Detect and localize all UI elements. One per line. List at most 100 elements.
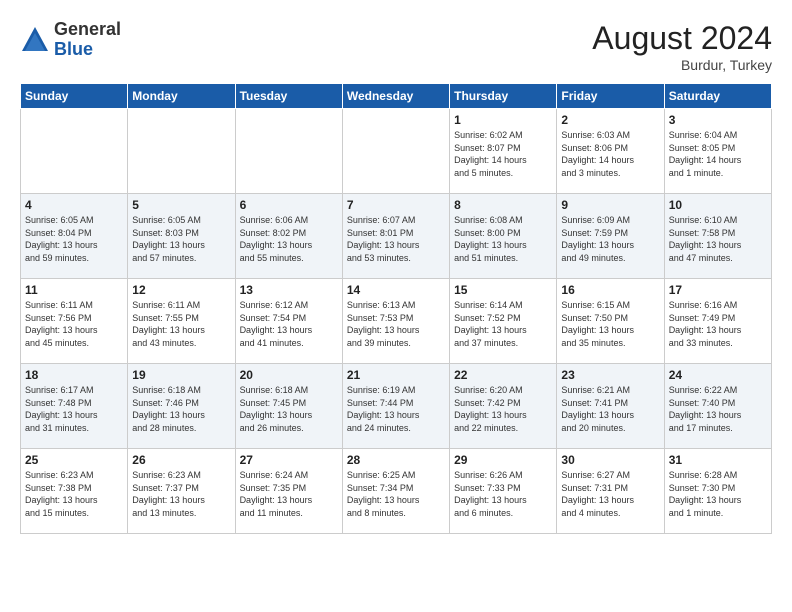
- calendar-cell: 4 Sunrise: 6:05 AM Sunset: 8:04 PM Daylig…: [21, 194, 128, 279]
- page-header: General Blue August 2024 Burdur, Turkey: [20, 20, 772, 73]
- day-info: Sunrise: 6:06 AM Sunset: 8:02 PM Dayligh…: [240, 214, 338, 264]
- day-info: Sunrise: 6:11 AM Sunset: 7:56 PM Dayligh…: [25, 299, 123, 349]
- calendar-cell: 6 Sunrise: 6:06 AM Sunset: 8:02 PM Daylig…: [235, 194, 342, 279]
- day-number: 18: [25, 368, 123, 382]
- calendar-cell: 5 Sunrise: 6:05 AM Sunset: 8:03 PM Daylig…: [128, 194, 235, 279]
- calendar-cell: 24Sunrise: 6:22 AM Sunset: 7:40 PM Dayli…: [664, 364, 771, 449]
- day-info: Sunrise: 6:23 AM Sunset: 7:37 PM Dayligh…: [132, 469, 230, 519]
- day-info: Sunrise: 6:28 AM Sunset: 7:30 PM Dayligh…: [669, 469, 767, 519]
- day-number: 29: [454, 453, 552, 467]
- day-number: 16: [561, 283, 659, 297]
- day-number: 26: [132, 453, 230, 467]
- day-number: 19: [132, 368, 230, 382]
- day-number: 1: [454, 113, 552, 127]
- day-number: 23: [561, 368, 659, 382]
- calendar-cell: 25 Sunrise: 6:23 AM Sunset: 7:38 PM Dayli…: [21, 449, 128, 534]
- header-wednesday: Wednesday: [342, 84, 449, 109]
- calendar-cell: 22 Sunrise: 6:20 AM Sunset: 7:42 PM Dayli…: [450, 364, 557, 449]
- calendar-cell: 3 Sunrise: 6:04 AM Sunset: 8:05 PM Daylig…: [664, 109, 771, 194]
- calendar-cell: 11 Sunrise: 6:11 AM Sunset: 7:56 PM Dayli…: [21, 279, 128, 364]
- day-info: Sunrise: 6:17 AM Sunset: 7:48 PM Dayligh…: [25, 384, 123, 434]
- day-info: Sunrise: 6:18 AM Sunset: 7:46 PM Dayligh…: [132, 384, 230, 434]
- calendar-cell: 23 Sunrise: 6:21 AM Sunset: 7:41 PM Dayli…: [557, 364, 664, 449]
- day-number: 6: [240, 198, 338, 212]
- day-info: Sunrise: 6:14 AM Sunset: 7:52 PM Dayligh…: [454, 299, 552, 349]
- day-number: 15: [454, 283, 552, 297]
- day-number: 31: [669, 453, 767, 467]
- day-info: Sunrise: 6:02 AM Sunset: 8:07 PM Dayligh…: [454, 129, 552, 179]
- day-number: 12: [132, 283, 230, 297]
- day-number: 30: [561, 453, 659, 467]
- day-number: 22: [454, 368, 552, 382]
- day-number: 14: [347, 283, 445, 297]
- calendar-cell: 26 Sunrise: 6:23 AM Sunset: 7:37 PM Dayli…: [128, 449, 235, 534]
- calendar-week-row: 11 Sunrise: 6:11 AM Sunset: 7:56 PM Dayli…: [21, 279, 772, 364]
- day-info: Sunrise: 6:05 AM Sunset: 8:04 PM Dayligh…: [25, 214, 123, 264]
- calendar-cell: 21Sunrise: 6:19 AM Sunset: 7:44 PM Dayli…: [342, 364, 449, 449]
- day-number: 4: [25, 198, 123, 212]
- calendar-cell: 31 Sunrise: 6:28 AM Sunset: 7:30 PM Dayli…: [664, 449, 771, 534]
- calendar-cell: 2 Sunrise: 6:03 AM Sunset: 8:06 PM Daylig…: [557, 109, 664, 194]
- calendar-cell: 18 Sunrise: 6:17 AM Sunset: 7:48 PM Dayli…: [21, 364, 128, 449]
- title-block: August 2024 Burdur, Turkey: [592, 20, 772, 73]
- day-info: Sunrise: 6:10 AM Sunset: 7:58 PM Dayligh…: [669, 214, 767, 264]
- day-number: 7: [347, 198, 445, 212]
- day-number: 28: [347, 453, 445, 467]
- day-info: Sunrise: 6:27 AM Sunset: 7:31 PM Dayligh…: [561, 469, 659, 519]
- day-info: Sunrise: 6:23 AM Sunset: 7:38 PM Dayligh…: [25, 469, 123, 519]
- calendar-cell: 10 Sunrise: 6:10 AM Sunset: 7:58 PM Dayli…: [664, 194, 771, 279]
- day-info: Sunrise: 6:24 AM Sunset: 7:35 PM Dayligh…: [240, 469, 338, 519]
- calendar-cell: [342, 109, 449, 194]
- calendar-table: SundayMondayTuesdayWednesdayThursdayFrid…: [20, 83, 772, 534]
- calendar-header-row: SundayMondayTuesdayWednesdayThursdayFrid…: [21, 84, 772, 109]
- day-info: Sunrise: 6:03 AM Sunset: 8:06 PM Dayligh…: [561, 129, 659, 179]
- calendar-cell: 12 Sunrise: 6:11 AM Sunset: 7:55 PM Dayli…: [128, 279, 235, 364]
- calendar-cell: 17 Sunrise: 6:16 AM Sunset: 7:49 PM Dayli…: [664, 279, 771, 364]
- calendar-cell: 7 Sunrise: 6:07 AM Sunset: 8:01 PM Daylig…: [342, 194, 449, 279]
- logo-text: General Blue: [54, 20, 121, 60]
- day-info: Sunrise: 6:19 AM Sunset: 7:44 PM Dayligh…: [347, 384, 445, 434]
- calendar-cell: 30 Sunrise: 6:27 AM Sunset: 7:31 PM Dayli…: [557, 449, 664, 534]
- day-number: 3: [669, 113, 767, 127]
- calendar-cell: 14Sunrise: 6:13 AM Sunset: 7:53 PM Dayli…: [342, 279, 449, 364]
- calendar-cell: 28 Sunrise: 6:25 AM Sunset: 7:34 PM Dayli…: [342, 449, 449, 534]
- calendar-cell: 1 Sunrise: 6:02 AM Sunset: 8:07 PM Daylig…: [450, 109, 557, 194]
- calendar-week-row: 18 Sunrise: 6:17 AM Sunset: 7:48 PM Dayli…: [21, 364, 772, 449]
- day-number: 8: [454, 198, 552, 212]
- day-info: Sunrise: 6:25 AM Sunset: 7:34 PM Dayligh…: [347, 469, 445, 519]
- calendar-cell: [235, 109, 342, 194]
- calendar-week-row: 25 Sunrise: 6:23 AM Sunset: 7:38 PM Dayli…: [21, 449, 772, 534]
- day-info: Sunrise: 6:21 AM Sunset: 7:41 PM Dayligh…: [561, 384, 659, 434]
- calendar-cell: 15 Sunrise: 6:14 AM Sunset: 7:52 PM Dayli…: [450, 279, 557, 364]
- day-info: Sunrise: 6:20 AM Sunset: 7:42 PM Dayligh…: [454, 384, 552, 434]
- day-number: 24: [669, 368, 767, 382]
- logo-general-text: General: [54, 20, 121, 40]
- calendar-cell: 29Sunrise: 6:26 AM Sunset: 7:33 PM Dayli…: [450, 449, 557, 534]
- day-info: Sunrise: 6:05 AM Sunset: 8:03 PM Dayligh…: [132, 214, 230, 264]
- day-info: Sunrise: 6:15 AM Sunset: 7:50 PM Dayligh…: [561, 299, 659, 349]
- header-sunday: Sunday: [21, 84, 128, 109]
- day-number: 10: [669, 198, 767, 212]
- calendar-cell: [128, 109, 235, 194]
- calendar-week-row: 4 Sunrise: 6:05 AM Sunset: 8:04 PM Daylig…: [21, 194, 772, 279]
- calendar-cell: 9 Sunrise: 6:09 AM Sunset: 7:59 PM Daylig…: [557, 194, 664, 279]
- day-number: 20: [240, 368, 338, 382]
- day-number: 11: [25, 283, 123, 297]
- calendar-cell: [21, 109, 128, 194]
- day-number: 9: [561, 198, 659, 212]
- header-friday: Friday: [557, 84, 664, 109]
- calendar-cell: 27 Sunrise: 6:24 AM Sunset: 7:35 PM Dayli…: [235, 449, 342, 534]
- day-info: Sunrise: 6:09 AM Sunset: 7:59 PM Dayligh…: [561, 214, 659, 264]
- day-number: 2: [561, 113, 659, 127]
- day-info: Sunrise: 6:04 AM Sunset: 8:05 PM Dayligh…: [669, 129, 767, 179]
- day-number: 27: [240, 453, 338, 467]
- day-number: 5: [132, 198, 230, 212]
- calendar-cell: 13Sunrise: 6:12 AM Sunset: 7:54 PM Dayli…: [235, 279, 342, 364]
- day-info: Sunrise: 6:07 AM Sunset: 8:01 PM Dayligh…: [347, 214, 445, 264]
- month-year-title: August 2024: [592, 20, 772, 57]
- day-number: 17: [669, 283, 767, 297]
- day-info: Sunrise: 6:11 AM Sunset: 7:55 PM Dayligh…: [132, 299, 230, 349]
- day-info: Sunrise: 6:16 AM Sunset: 7:49 PM Dayligh…: [669, 299, 767, 349]
- day-number: 25: [25, 453, 123, 467]
- location-subtitle: Burdur, Turkey: [592, 57, 772, 73]
